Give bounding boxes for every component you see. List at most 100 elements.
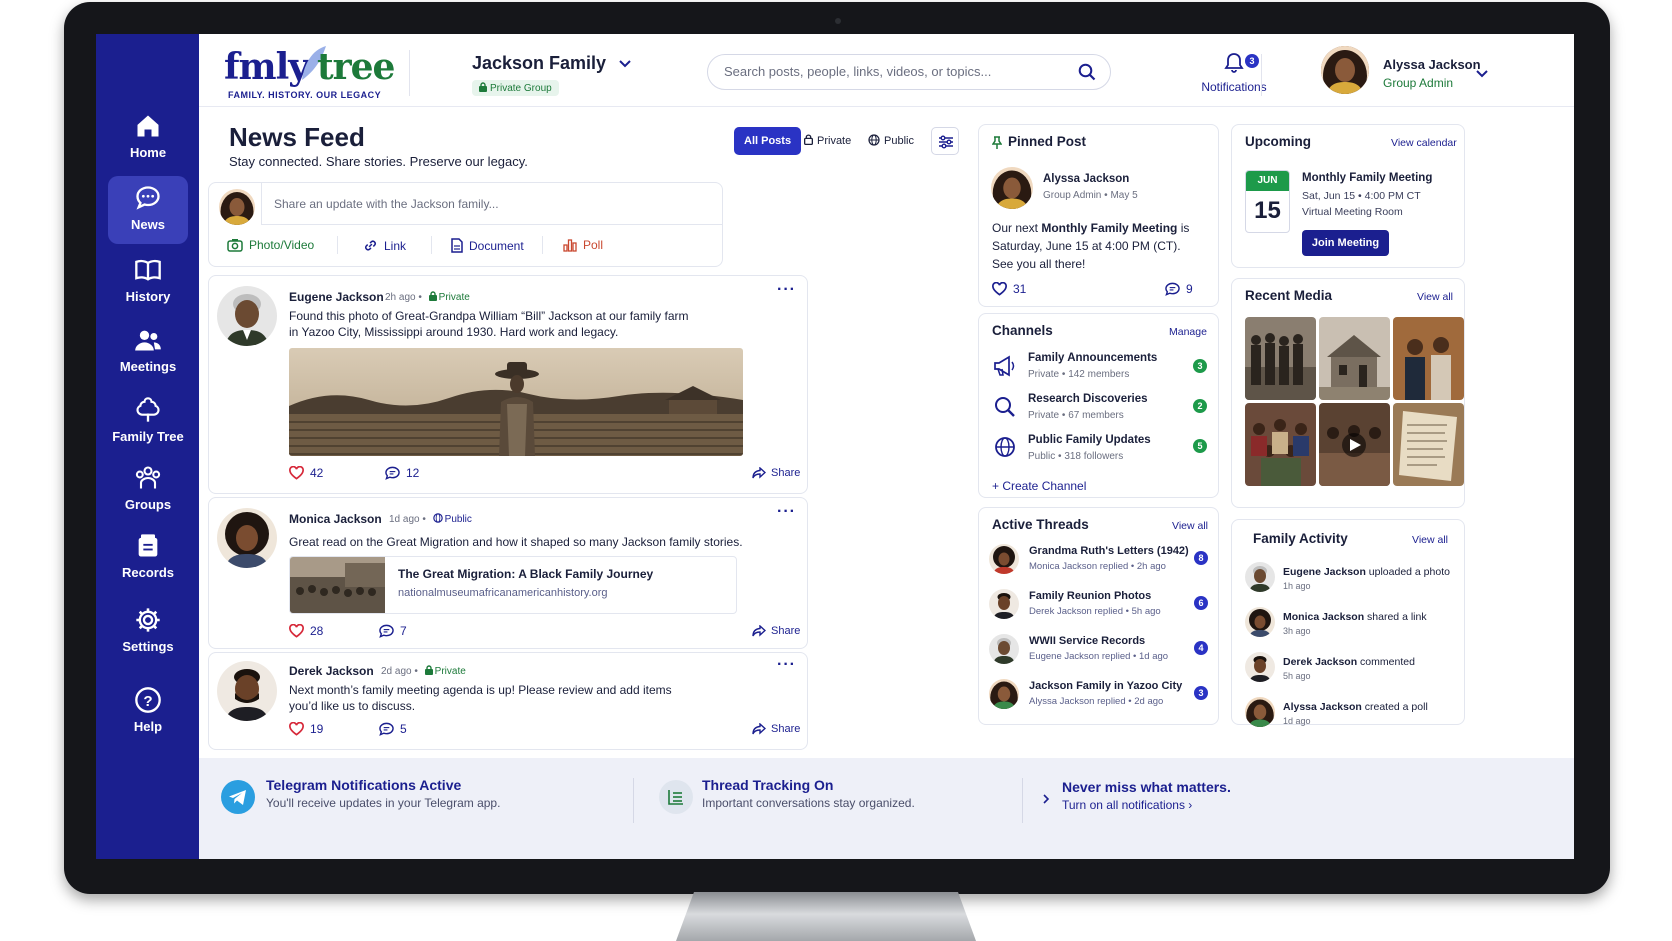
bell-icon (1224, 53, 1244, 73)
sidebar-item-family-tree[interactable]: Family Tree (108, 388, 188, 456)
join-meeting-button[interactable]: Join Meeting (1302, 230, 1389, 256)
comment-button[interactable]: 7 (379, 624, 407, 638)
search-input[interactable] (724, 64, 1064, 79)
post-time: 2h ago (385, 292, 416, 303)
thread-tracking-title: Thread Tracking On (702, 777, 834, 793)
more-options-icon[interactable]: ··· (777, 656, 796, 674)
pinned-post-title: Pinned Post (1008, 134, 1087, 149)
view-calendar-link[interactable]: View calendar (1391, 137, 1457, 149)
house-photo-image (1319, 317, 1390, 400)
sidebar: Home News History Meetings Family Tree G… (96, 34, 199, 859)
thread-avatar (989, 589, 1019, 619)
author-avatar[interactable] (217, 661, 277, 721)
logo-tree: tree (317, 46, 395, 88)
media-view-all-link[interactable]: View all (1417, 291, 1453, 303)
unread-badge: 6 (1194, 596, 1208, 610)
author-avatar[interactable] (217, 286, 277, 346)
manage-channels-link[interactable]: Manage (1169, 326, 1207, 338)
bar-chart-icon (563, 239, 577, 252)
sidebar-item-news[interactable]: News (108, 176, 188, 244)
create-channel-button[interactable]: + Create Channel (992, 479, 1086, 493)
link-button[interactable]: Link (363, 238, 406, 253)
like-button[interactable]: 19 (289, 722, 323, 736)
notifications-label: Notifications (1201, 80, 1267, 94)
sidebar-item-label: History (125, 289, 171, 304)
post-meta: 2d ago • Private (381, 665, 466, 677)
like-button[interactable]: 31 (992, 282, 1026, 296)
user-menu[interactable]: Alyssa Jackson Group Admin (1321, 44, 1511, 104)
group-name: Jackson Family (472, 53, 607, 73)
enable-notifications-link[interactable]: Turn on all notifications › (1062, 798, 1192, 812)
post-photo[interactable] (289, 348, 743, 456)
search-bar[interactable] (707, 54, 1111, 90)
search-icon[interactable] (1078, 63, 1096, 81)
threads-view-all-link[interactable]: View all (1172, 520, 1208, 532)
comment-button[interactable]: 5 (379, 722, 407, 736)
notifications-button[interactable]: 3 Notifications (1179, 50, 1289, 94)
sidebar-item-help[interactable]: ? Help (108, 678, 188, 746)
sidebar-item-meetings[interactable]: Meetings (108, 318, 188, 386)
page-title: News Feed (229, 122, 365, 152)
media-thumbnail[interactable] (1245, 403, 1316, 486)
private-group-badge: Private Group (472, 80, 559, 96)
comment-button[interactable]: 9 (1165, 282, 1193, 296)
comment-icon (1165, 282, 1180, 296)
composer-input[interactable]: Share an update with the Jackson family.… (261, 183, 723, 225)
sidebar-item-groups[interactable]: Groups (108, 456, 188, 524)
pinned-text-a: Our next (992, 221, 1042, 235)
telegram-subtitle: You'll receive updates in your Telegram … (266, 796, 501, 810)
event-month: JUN (1246, 171, 1289, 191)
media-thumbnail[interactable] (1245, 317, 1316, 400)
post-author[interactable]: Monica Jackson (289, 512, 382, 526)
media-thumbnail[interactable] (1319, 317, 1390, 400)
media-thumbnail[interactable] (1393, 403, 1464, 486)
author-avatar[interactable] (217, 508, 277, 568)
comment-button[interactable]: 12 (385, 466, 419, 480)
filter-private[interactable]: Private (794, 127, 861, 155)
filter-label: Public (884, 135, 914, 147)
comment-icon (379, 722, 394, 736)
filter-all-posts[interactable]: All Posts (734, 127, 802, 155)
more-options-icon[interactable]: ··· (777, 503, 796, 521)
sidebar-item-history[interactable]: History (108, 248, 188, 316)
pinned-author[interactable]: Alyssa Jackson (1043, 173, 1129, 185)
home-icon (137, 115, 159, 137)
notification-count-badge: 3 (1245, 54, 1259, 68)
share-button[interactable]: Share (752, 625, 800, 637)
share-button[interactable]: Share (752, 723, 800, 735)
sidebar-item-settings[interactable]: Settings (108, 598, 188, 666)
filter-settings-button[interactable] (931, 127, 959, 155)
thread-meta: Derek Jackson replied • 5h ago (1029, 606, 1161, 617)
channel-name: Public Family Updates (1028, 434, 1151, 446)
photo-video-button[interactable]: Photo/Video (227, 238, 314, 252)
activity-view-all-link[interactable]: View all (1412, 534, 1448, 546)
poll-button[interactable]: Poll (563, 238, 603, 252)
composer-placeholder: Share an update with the Jackson family.… (274, 197, 499, 211)
sidebar-item-records[interactable]: Records (108, 524, 188, 592)
link-preview[interactable]: The Great Migration: A Black Family Jour… (289, 556, 737, 614)
post-text-line: in Yazoo City, Mississippi around 1930. … (289, 325, 619, 339)
filter-public[interactable]: Public (858, 127, 924, 155)
media-thumbnail[interactable] (1393, 317, 1464, 400)
app-logo[interactable]: fmly tree FAMILY. HISTORY. OUR LEGACY (224, 42, 399, 102)
pinned-text-line: Our next Monthly Family Meeting is (992, 220, 1189, 236)
group-switcher[interactable]: Jackson Family (472, 53, 631, 74)
heart-icon (289, 722, 304, 736)
post-author[interactable]: Derek Jackson (289, 664, 374, 678)
more-options-icon[interactable]: ··· (777, 281, 796, 299)
like-button[interactable]: 28 (289, 624, 323, 638)
like-button[interactable]: 42 (289, 466, 323, 480)
composer-avatar (219, 189, 255, 225)
document-button[interactable]: Document (451, 238, 524, 253)
pinned-text-c: is (1177, 221, 1190, 235)
sidebar-item-label: News (131, 217, 165, 232)
sidebar-item-label: Home (129, 145, 167, 160)
activity-action: commented (1357, 656, 1415, 668)
post-author[interactable]: Eugene Jackson (289, 290, 384, 304)
author-avatar[interactable] (991, 167, 1033, 209)
sidebar-item-home[interactable]: Home (108, 104, 188, 172)
tree-icon (136, 397, 160, 422)
share-button[interactable]: Share (752, 467, 800, 479)
activity-time: 3h ago (1283, 626, 1311, 636)
media-thumbnail[interactable] (1319, 403, 1390, 486)
